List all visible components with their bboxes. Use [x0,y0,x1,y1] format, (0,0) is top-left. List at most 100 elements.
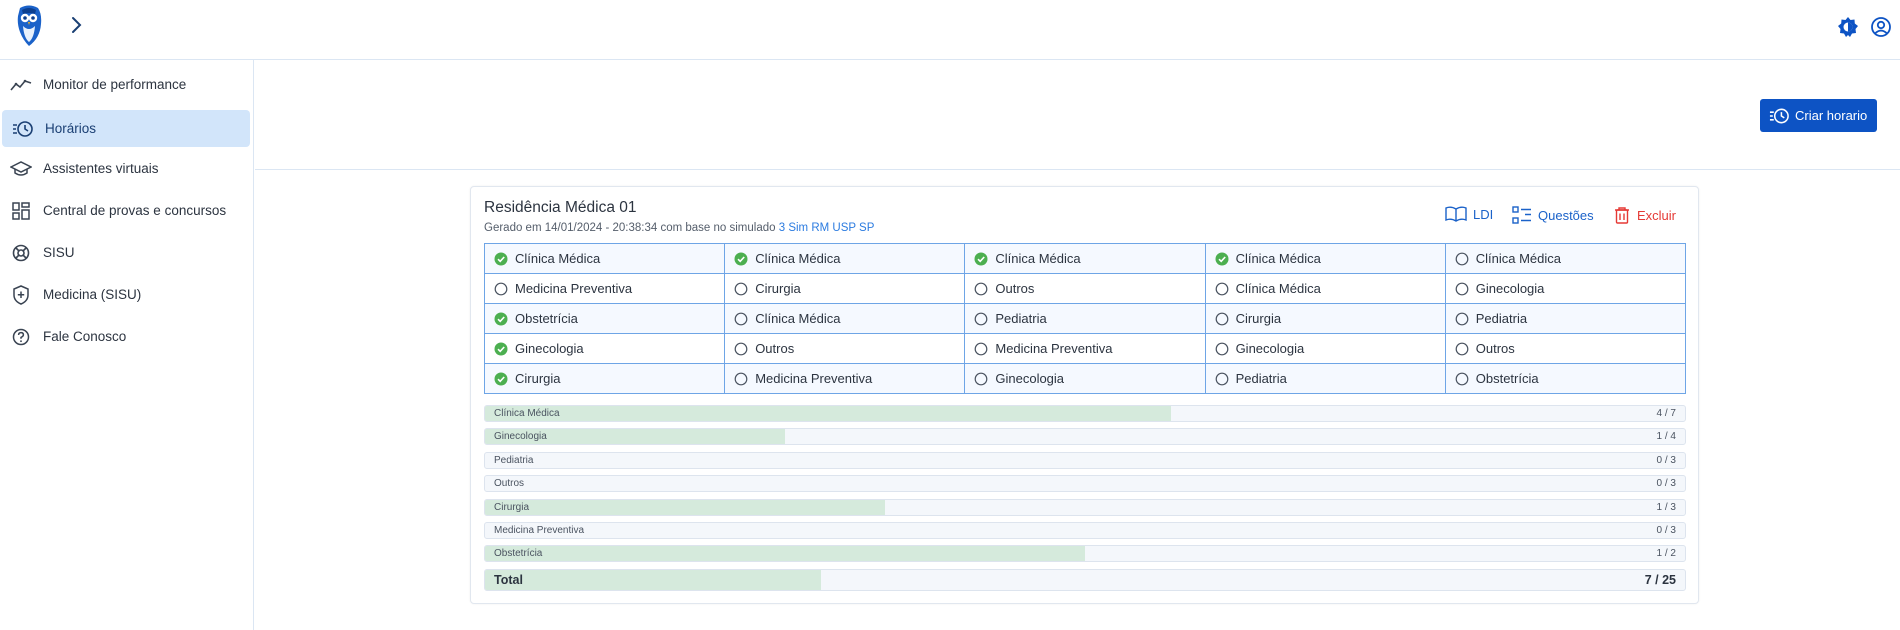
sidebar: Monitor de performance Horários Assisten… [0,60,254,630]
grid-cell[interactable]: Outros [1444,333,1687,364]
empty-circle-icon[interactable] [974,372,988,386]
grid-cell-label: Outros [995,281,1035,296]
grid-cell[interactable]: Cirurgia [483,363,726,394]
grid-cell[interactable]: Clínica Médica [724,243,966,274]
grid-cell-content[interactable]: Ginecologia [1215,341,1445,356]
grid-cell-content[interactable]: Medicina Preventiva [974,341,1204,356]
grid-cell-content[interactable]: Clínica Médica [734,311,964,326]
grid-cell[interactable]: Clínica Médica [724,303,966,334]
grid-cell-content[interactable]: Pediatria [1215,371,1445,386]
grid-cell[interactable]: Clínica Médica [483,243,726,274]
empty-circle-icon[interactable] [1215,342,1229,356]
grid-cell[interactable]: Outros [724,333,966,364]
grid-cell[interactable]: Pediatria [1444,303,1687,334]
grid-cell[interactable]: Outros [964,273,1206,304]
grid-cell-content[interactable]: Pediatria [974,311,1204,326]
grid-cell[interactable]: Pediatria [1204,363,1446,394]
grid-cell-content[interactable]: Cirurgia [1215,311,1445,326]
grid-cell[interactable]: Ginecologia [1444,273,1687,304]
grid-cell-label: Clínica Médica [515,251,601,266]
chevron-right-icon[interactable] [66,14,86,36]
grid-cell-content[interactable]: Pediatria [1455,311,1685,326]
check-circle-icon[interactable] [494,342,508,356]
grid-cell-content[interactable]: Outros [734,341,964,356]
grid-cell[interactable]: Clínica Médica [1204,243,1446,274]
grid-cell-content[interactable]: Cirurgia [734,281,964,296]
grid-cell-content[interactable]: Clínica Médica [1455,251,1685,266]
ldi-button[interactable]: LDI [1445,206,1493,222]
grid-cell[interactable]: Obstetrícia [483,303,726,334]
sidebar-item-horarios[interactable]: Horários [2,110,250,147]
grid-cell-content[interactable]: Ginecologia [974,371,1204,386]
empty-circle-icon[interactable] [1455,252,1469,266]
sidebar-item-monitor[interactable]: Monitor de performance [0,66,248,103]
empty-circle-icon[interactable] [494,282,508,296]
grid-cell-content[interactable]: Ginecologia [1455,281,1685,296]
grid-cell[interactable]: Medicina Preventiva [724,363,966,394]
grid-cell[interactable]: Clínica Médica [1444,243,1687,274]
progress-count: 0 / 3 [1656,454,1676,466]
grid-cell-content[interactable]: Cirurgia [494,371,724,386]
empty-circle-icon[interactable] [734,372,748,386]
empty-circle-icon[interactable] [974,312,988,326]
grid-cell[interactable]: Pediatria [964,303,1206,334]
grid-cell-content[interactable]: Medicina Preventiva [494,281,724,296]
empty-circle-icon[interactable] [734,342,748,356]
grid-cell-content[interactable]: Outros [1455,341,1685,356]
empty-circle-icon[interactable] [1455,312,1469,326]
grid-cell-content[interactable]: Clínica Médica [734,251,964,266]
questoes-button[interactable]: Questões [1512,206,1594,224]
check-circle-icon[interactable] [494,312,508,326]
check-circle-icon[interactable] [494,252,508,266]
grid-cell-content[interactable]: Ginecologia [494,341,724,356]
sidebar-item-medicina-sisu[interactable]: Medicina (SISU) [0,276,248,313]
excluir-button[interactable]: Excluir [1613,206,1676,224]
sidebar-item-sisu[interactable]: SISU [0,234,248,271]
owl-logo-icon[interactable] [14,4,44,48]
sidebar-item-central-provas[interactable]: Central de provas e concursos [0,192,248,229]
empty-circle-icon[interactable] [1215,282,1229,296]
grid-cell-content[interactable]: Clínica Médica [1215,281,1445,296]
check-circle-icon[interactable] [1215,252,1229,266]
empty-circle-icon[interactable] [1215,372,1229,386]
check-circle-icon[interactable] [974,252,988,266]
grid-cell[interactable]: Ginecologia [964,363,1206,394]
top-bar [0,0,1900,60]
grid-cell[interactable]: Cirurgia [1204,303,1446,334]
grid-cell-content[interactable]: Clínica Médica [494,251,724,266]
empty-circle-icon[interactable] [974,282,988,296]
grid-cell-content[interactable]: Obstetrícia [1455,371,1685,386]
grid-cell-content[interactable]: Clínica Médica [974,251,1204,266]
theme-toggle-icon[interactable] [1837,16,1859,38]
grid-cell[interactable]: Cirurgia [724,273,966,304]
grid-cell[interactable]: Ginecologia [1204,333,1446,364]
grid-cell[interactable]: Ginecologia [483,333,726,364]
grid-cell-content[interactable]: Medicina Preventiva [734,371,964,386]
grid-cell-content[interactable]: Clínica Médica [1215,251,1445,266]
empty-circle-icon[interactable] [1455,342,1469,356]
grid-cell-label: Obstetrícia [515,311,578,326]
empty-circle-icon[interactable] [1215,312,1229,326]
progress-fill [485,406,1171,421]
empty-circle-icon[interactable] [1455,282,1469,296]
account-icon[interactable] [1870,16,1892,38]
grid-cell-content[interactable]: Outros [974,281,1204,296]
sidebar-item-assistentes[interactable]: Assistentes virtuais [0,150,248,187]
grid-cell-label: Clínica Médica [1475,251,1562,266]
grid-cell[interactable]: Clínica Médica [1204,273,1446,304]
empty-circle-icon[interactable] [1455,372,1469,386]
empty-circle-icon[interactable] [734,312,748,326]
grid-cell[interactable]: Medicina Preventiva [483,273,726,304]
create-schedule-button[interactable]: Criar horario [1760,99,1877,132]
grid-cell[interactable]: Obstetrícia [1444,363,1687,394]
simulado-link[interactable]: 3 Sim RM USP SP [779,222,875,234]
empty-circle-icon[interactable] [734,282,748,296]
grid-cell[interactable]: Clínica Médica [964,243,1206,274]
grid-cell[interactable]: Medicina Preventiva [964,333,1206,364]
sidebar-item-fale-conosco[interactable]: Fale Conosco [0,318,248,355]
grid-cell-content[interactable]: Obstetrícia [494,311,724,326]
total-progress-bar: Total 7 / 25 [484,568,1686,591]
check-circle-icon[interactable] [734,252,748,266]
empty-circle-icon[interactable] [974,342,988,356]
check-circle-icon[interactable] [494,372,508,386]
